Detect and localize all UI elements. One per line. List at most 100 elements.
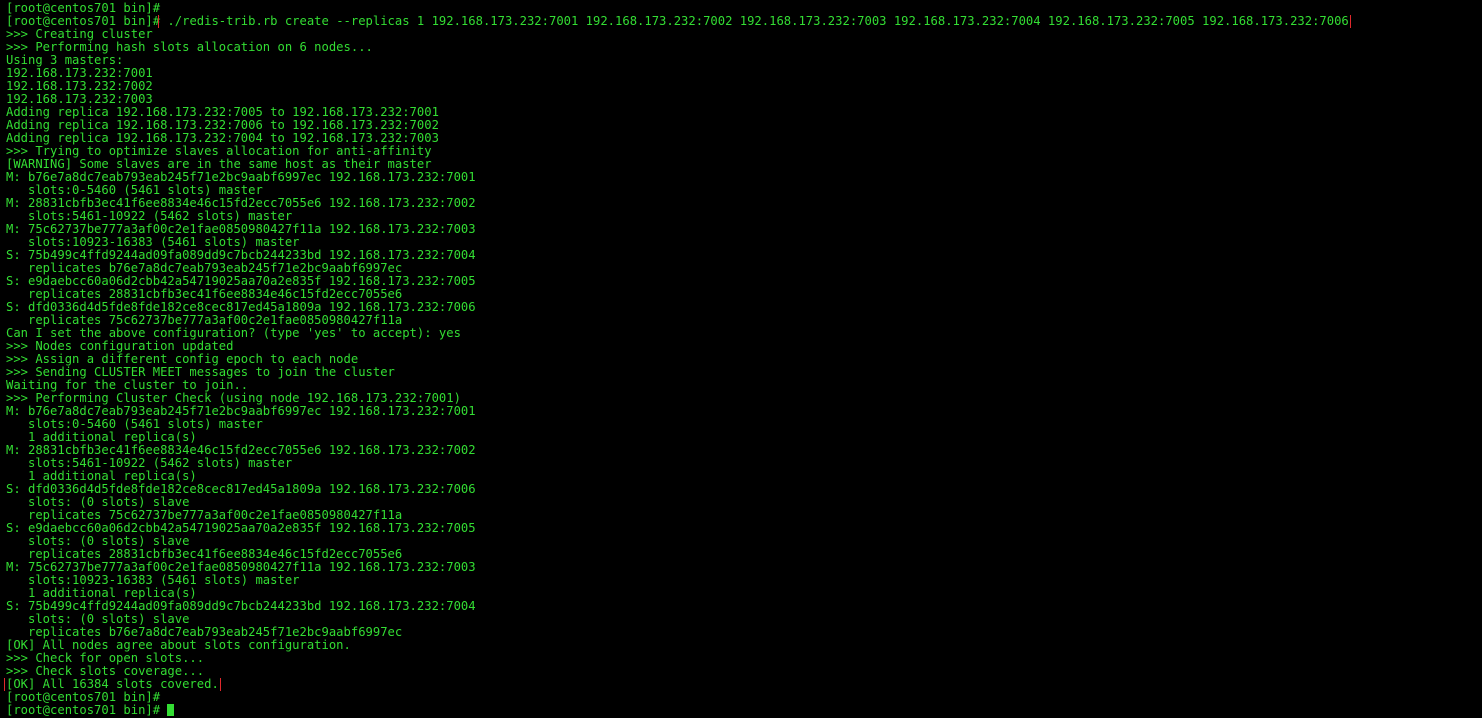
text-cursor — [167, 704, 175, 716]
output-line: >>> Check slots coverage... — [0, 665, 1482, 678]
output-line: >>> Creating cluster — [0, 28, 1482, 41]
output-line: [OK] All 16384 slots covered. — [0, 678, 1482, 691]
prompt-line: [root@centos701 bin]# ./redis-trib.rb cr… — [0, 15, 1482, 28]
command-text: ./redis-trib.rb create --replicas 1 192.… — [158, 15, 1351, 28]
output-text: S: dfd0336d4d5fde8fde182ce8cec817ed45a18… — [6, 483, 476, 496]
output-text: slots: (0 slots) slave — [6, 535, 190, 548]
output-line: replicates 75c62737be777a3af00c2e1fae085… — [0, 314, 1482, 327]
output-text: slots:5461-10922 (5462 slots) master — [6, 457, 293, 470]
output-line: replicates 28831cbfb3ec41f6ee8834e46c15f… — [0, 548, 1482, 561]
output-line: slots:10923-16383 (5461 slots) master — [0, 236, 1482, 249]
output-line: 1 additional replica(s) — [0, 587, 1482, 600]
output-text: >>> Nodes configuration updated — [6, 340, 234, 353]
highlighted-result: [OK] All 16384 slots covered. — [4, 678, 221, 691]
shell-prompt: [root@centos701 bin]# — [6, 2, 161, 15]
output-text: M: 75c62737be777a3af00c2e1fae0850980427f… — [6, 561, 476, 574]
output-text: S: dfd0336d4d5fde8fde182ce8cec817ed45a18… — [6, 301, 476, 314]
output-line: M: b76e7a8dc7eab793eab245f71e2bc9aabf699… — [0, 405, 1482, 418]
output-text: 192.168.173.232:7001 — [6, 67, 153, 80]
output-line: >>> Performing Cluster Check (using node… — [0, 392, 1482, 405]
output-line: slots:0-5460 (5461 slots) master — [0, 418, 1482, 431]
output-line: S: e9daebcc60a06d2cbb42a54719025aa70a2e8… — [0, 275, 1482, 288]
output-text: [OK] All nodes agree about slots configu… — [6, 639, 351, 652]
output-line: >>> Sending CLUSTER MEET messages to joi… — [0, 366, 1482, 379]
output-line: slots: (0 slots) slave — [0, 535, 1482, 548]
output-line: [OK] All nodes agree about slots configu… — [0, 639, 1482, 652]
output-line: Adding replica 192.168.173.232:7004 to 1… — [0, 132, 1482, 145]
output-text: slots:10923-16383 (5461 slots) master — [6, 574, 300, 587]
output-text: replicates 28831cbfb3ec41f6ee8834e46c15f… — [6, 288, 403, 301]
output-text: S: e9daebcc60a06d2cbb42a54719025aa70a2e8… — [6, 275, 476, 288]
output-text: M: b76e7a8dc7eab793eab245f71e2bc9aabf699… — [6, 171, 476, 184]
output-line: 1 additional replica(s) — [0, 470, 1482, 483]
output-text: M: 28831cbfb3ec41f6ee8834e46c15fd2ecc705… — [6, 444, 476, 457]
output-line: 1 additional replica(s) — [0, 431, 1482, 444]
output-text: slots:0-5460 (5461 slots) master — [6, 418, 263, 431]
output-line: slots:5461-10922 (5462 slots) master — [0, 457, 1482, 470]
output-line: replicates 28831cbfb3ec41f6ee8834e46c15f… — [0, 288, 1482, 301]
output-text: Can I set the above configuration? (type… — [6, 327, 461, 340]
output-line: M: 75c62737be777a3af00c2e1fae0850980427f… — [0, 561, 1482, 574]
output-text: replicates 28831cbfb3ec41f6ee8834e46c15f… — [6, 548, 403, 561]
output-text: 1 additional replica(s) — [6, 470, 197, 483]
output-text: S: 75b499c4ffd9244ad09fa089dd9c7bcb24423… — [6, 249, 476, 262]
output-text: >>> Assign a different config epoch to e… — [6, 353, 359, 366]
output-line: S: e9daebcc60a06d2cbb42a54719025aa70a2e8… — [0, 522, 1482, 535]
output-text: replicates b76e7a8dc7eab793eab245f71e2bc… — [6, 262, 403, 275]
output-text: M: 75c62737be777a3af00c2e1fae0850980427f… — [6, 223, 476, 236]
shell-prompt: [root@centos701 bin]# — [6, 15, 161, 28]
output-text: slots:10923-16383 (5461 slots) master — [6, 236, 300, 249]
prompt-line: [root@centos701 bin]# — [0, 691, 1482, 704]
output-text: slots:0-5460 (5461 slots) master — [6, 184, 263, 197]
output-line: >>> Trying to optimize slaves allocation… — [0, 145, 1482, 158]
output-text: >>> Sending CLUSTER MEET messages to joi… — [6, 366, 395, 379]
terminal-window[interactable]: [root@centos701 bin]# [root@centos701 bin… — [0, 0, 1482, 718]
prompt-line: [root@centos701 bin]# — [0, 2, 1482, 15]
output-text: S: e9daebcc60a06d2cbb42a54719025aa70a2e8… — [6, 522, 476, 535]
output-line: >>> Nodes configuration updated — [0, 340, 1482, 353]
shell-prompt: [root@centos701 bin]# — [6, 691, 161, 704]
output-text: Adding replica 192.168.173.232:7005 to 1… — [6, 106, 439, 119]
output-text: 192.168.173.232:7002 — [6, 80, 153, 93]
prompt-line: [root@centos701 bin]# — [0, 704, 1482, 717]
output-line: slots: (0 slots) slave — [0, 496, 1482, 509]
output-text: >>> Trying to optimize slaves allocation… — [6, 145, 432, 158]
output-text: Adding replica 192.168.173.232:7004 to 1… — [6, 132, 439, 145]
output-line: slots:0-5460 (5461 slots) master — [0, 184, 1482, 197]
output-line: M: 28831cbfb3ec41f6ee8834e46c15fd2ecc705… — [0, 444, 1482, 457]
output-line: replicates b76e7a8dc7eab793eab245f71e2bc… — [0, 626, 1482, 639]
output-text: >>> Check for open slots... — [6, 652, 205, 665]
output-text: slots:5461-10922 (5462 slots) master — [6, 210, 293, 223]
output-text: M: 28831cbfb3ec41f6ee8834e46c15fd2ecc705… — [6, 197, 476, 210]
output-line: M: 75c62737be777a3af00c2e1fae0850980427f… — [0, 223, 1482, 236]
output-text: >>> Creating cluster — [6, 28, 153, 41]
output-text: 192.168.173.232:7003 — [6, 93, 153, 106]
output-line: M: 28831cbfb3ec41f6ee8834e46c15fd2ecc705… — [0, 197, 1482, 210]
output-line: slots: (0 slots) slave — [0, 613, 1482, 626]
output-text: replicates 75c62737be777a3af00c2e1fae085… — [6, 314, 403, 327]
output-line: S: 75b499c4ffd9244ad09fa089dd9c7bcb24423… — [0, 249, 1482, 262]
output-text: Using 3 masters: — [6, 54, 124, 67]
output-text: S: 75b499c4ffd9244ad09fa089dd9c7bcb24423… — [6, 600, 476, 613]
output-line: >>> Check for open slots... — [0, 652, 1482, 665]
output-text: >>> Check slots coverage... — [6, 665, 205, 678]
output-text: >>> Performing hash slots allocation on … — [6, 41, 373, 54]
output-text: M: b76e7a8dc7eab793eab245f71e2bc9aabf699… — [6, 405, 476, 418]
output-text: >>> Performing Cluster Check (using node… — [6, 392, 461, 405]
output-text: Adding replica 192.168.173.232:7006 to 1… — [6, 119, 439, 132]
output-text: [WARNING] Some slaves are in the same ho… — [6, 158, 432, 171]
output-text: slots: (0 slots) slave — [6, 496, 190, 509]
output-text: 1 additional replica(s) — [6, 587, 197, 600]
output-line: S: dfd0336d4d5fde8fde182ce8cec817ed45a18… — [0, 301, 1482, 314]
output-line: replicates b76e7a8dc7eab793eab245f71e2bc… — [0, 262, 1482, 275]
output-line: Waiting for the cluster to join.. — [0, 379, 1482, 392]
output-line: 192.168.173.232:7002 — [0, 80, 1482, 93]
output-text: slots: (0 slots) slave — [6, 613, 190, 626]
output-line: slots:5461-10922 (5462 slots) master — [0, 210, 1482, 223]
output-text: Waiting for the cluster to join.. — [6, 379, 249, 392]
output-line: [WARNING] Some slaves are in the same ho… — [0, 158, 1482, 171]
output-line: slots:10923-16383 (5461 slots) master — [0, 574, 1482, 587]
shell-prompt: [root@centos701 bin]# — [6, 704, 161, 717]
output-text: replicates b76e7a8dc7eab793eab245f71e2bc… — [6, 626, 403, 639]
